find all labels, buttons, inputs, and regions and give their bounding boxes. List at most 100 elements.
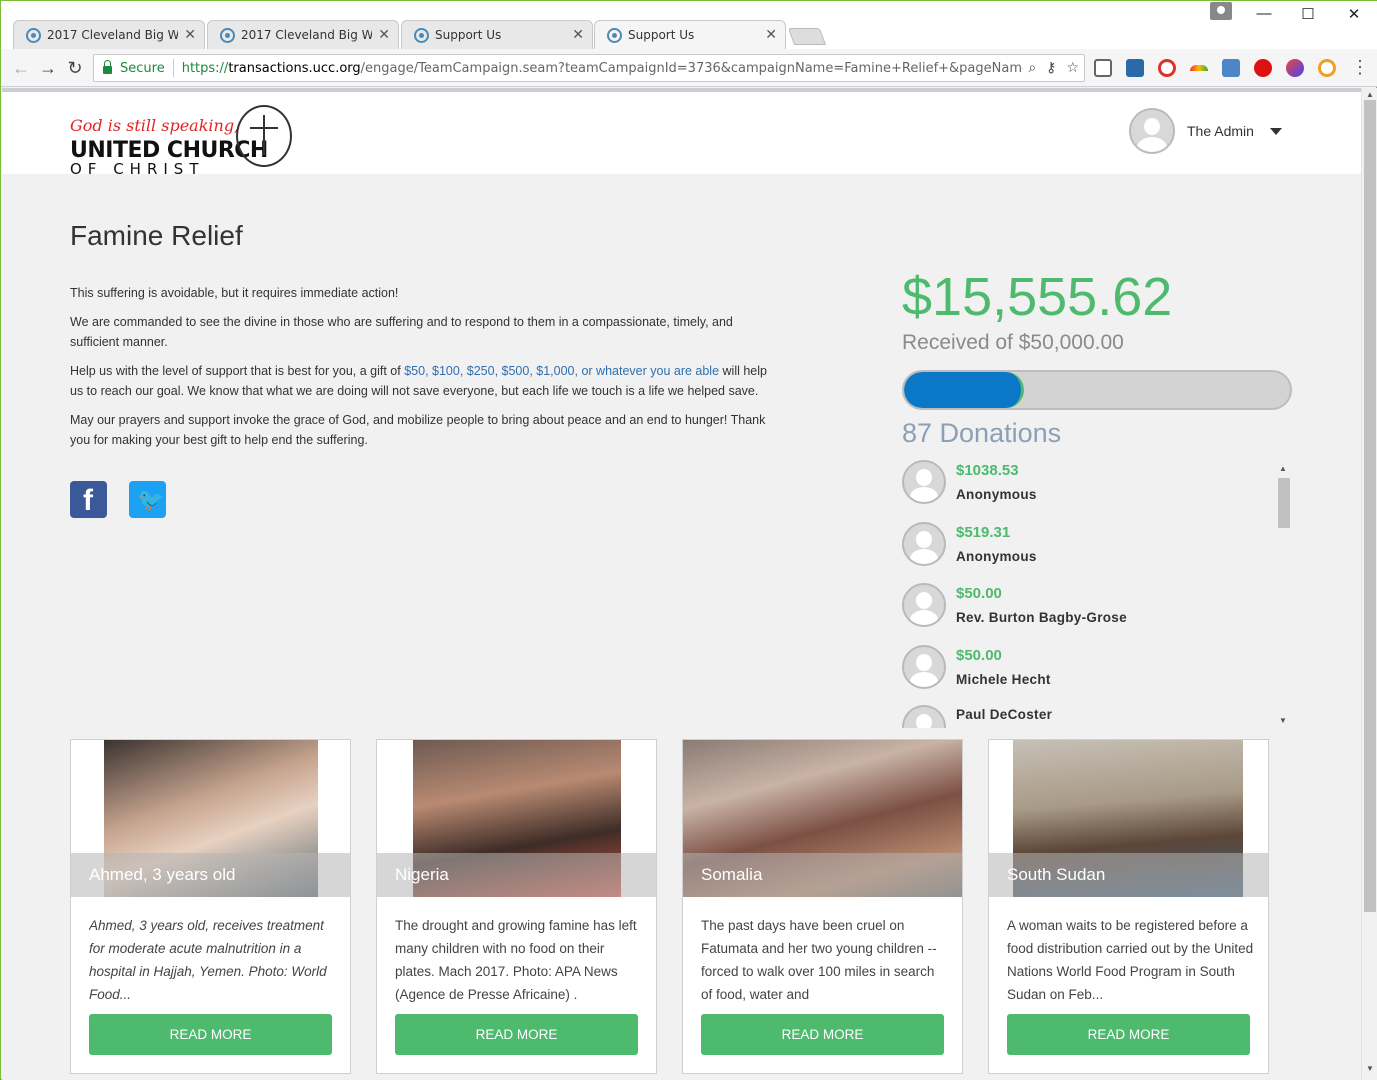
read-more-button[interactable]: READ MORE [1007,1014,1250,1055]
scroll-down-icon[interactable]: ▼ [1279,716,1287,725]
story-caption: Ahmed, 3 years old [71,853,350,897]
story-summary: The drought and growing famine has left … [395,918,637,1002]
facebook-icon: f [83,484,93,517]
read-more-button[interactable]: READ MORE [395,1014,638,1055]
color-extension-icon[interactable] [1286,59,1304,77]
close-tab-icon[interactable]: ✕ [765,27,777,43]
browser-tab[interactable]: 2017 Cleveland Big Whe ✕ [13,20,205,49]
cast-icon[interactable] [1094,59,1112,77]
scroll-up-icon[interactable]: ▲ [1279,464,1287,473]
story-caption: Somalia [683,853,962,897]
page-scrollbar-thumb[interactable] [1364,100,1376,912]
site-favicon-icon [26,27,41,43]
close-tab-icon[interactable]: ✕ [572,27,584,43]
user-menu[interactable]: The Admin [1129,108,1282,154]
story-summary: Ahmed, 3 years old, receives treatment f… [89,918,327,1002]
maximize-button[interactable]: ☐ [1293,5,1323,23]
new-tab-button[interactable] [787,28,827,45]
tab-title: 2017 Cleveland Big Whe [241,28,373,42]
progress-fill [904,372,1025,408]
rainbow-extension-icon[interactable] [1190,65,1208,71]
tab-bar: 2017 Cleveland Big Whe ✕ 2017 Cleveland … [1,1,1377,49]
play-extension-icon[interactable] [1254,59,1272,77]
description-paragraph: We are commanded to see the divine in th… [70,315,733,349]
logo-line2: OF CHRIST [70,160,205,178]
close-tab-icon[interactable]: ✕ [184,27,196,43]
user-name: The Admin [1187,123,1254,139]
donor-item: Paul DeCoster [902,705,1282,728]
donor-avatar-icon [902,645,946,689]
description-paragraph: This suffering is avoidable, but it requ… [70,286,399,300]
site-favicon-icon [220,27,235,43]
progress-bar [902,370,1292,410]
address-bar[interactable]: Secure https://transactions.ucc.org/enga… [93,54,1085,82]
translate-icon[interactable] [1222,59,1240,77]
back-button[interactable]: ← [9,56,33,80]
story-caption: South Sudan [989,853,1268,897]
donor-avatar-icon [902,583,946,627]
story-summary: A woman waits to be registered before a … [1007,918,1254,1002]
donor-amount: $519.31 [956,524,1011,541]
url-host: transactions.ucc.org [228,60,361,76]
site-favicon-icon [414,27,429,43]
read-more-button[interactable]: READ MORE [89,1014,332,1055]
browser-tab[interactable]: Support Us ✕ [401,20,593,49]
page-scrollbar[interactable]: ▲ ▼ [1361,88,1377,1080]
zoom-icon[interactable]: ⌕ [1028,60,1036,76]
scroll-down-icon[interactable]: ▼ [1366,1064,1374,1073]
story-card[interactable]: Nigeria The drought and growing famine h… [376,739,657,1074]
minimize-button[interactable]: — [1249,5,1279,22]
twitter-icon: 🐦 [137,487,165,512]
url-scheme: https:// [181,60,229,76]
tab-title: 2017 Cleveland Big Whe [47,28,179,42]
story-summary: The past days have been cruel on Fatumat… [701,918,937,1002]
donor-name: Rev. Burton Bagby-Grose [956,610,1127,625]
extension-s-icon[interactable] [1126,59,1144,77]
browser-menu-icon[interactable]: ⋮ [1351,57,1369,78]
chrome-extension-icon[interactable] [1318,59,1336,77]
browser-tab-active[interactable]: Support Us ✕ [594,20,786,49]
forward-button[interactable]: → [36,56,60,80]
story-card[interactable]: Ahmed, 3 years old Ahmed, 3 years old, r… [70,739,351,1074]
bookmark-star-icon[interactable]: ☆ [1066,60,1079,76]
church-seal-icon [236,105,292,167]
close-window-button[interactable]: ✕ [1339,5,1369,23]
donor-amount: $50.00 [956,585,1002,602]
site-header: God is still speaking, UNITED CHURCH OF … [2,88,1361,178]
story-card[interactable]: South Sudan A woman waits to be register… [988,739,1269,1074]
donor-item: $50.00 Michele Hecht [902,645,1282,707]
url-text[interactable]: https://transactions.ucc.org/engage/Team… [182,61,1024,76]
description-paragraph: May our prayers and support invoke the g… [70,413,766,447]
url-path: /engage/TeamCampaign.seam?teamCampaignId… [360,60,1024,76]
page-viewport: God is still speaking, UNITED CHURCH OF … [2,88,1361,1080]
reload-button[interactable]: ↻ [63,56,87,80]
facebook-share-button[interactable]: f [70,481,107,518]
key-icon[interactable]: ⚷ [1046,60,1056,76]
donor-name: Paul DeCoster [956,707,1053,722]
donor-item: $1038.53 Anonymous [902,460,1282,522]
opera-icon[interactable] [1158,59,1176,77]
profile-icon[interactable] [1210,2,1232,20]
donor-name: Anonymous [956,487,1037,502]
story-card[interactable]: Somalia The past days have been cruel on… [682,739,963,1074]
read-more-button[interactable]: READ MORE [701,1014,944,1055]
browser-toolbar: ← → ↻ Secure https://transactions.ucc.or… [1,49,1377,87]
lock-icon [103,60,112,74]
user-avatar-icon [1129,108,1175,154]
donor-name: Michele Hecht [956,672,1051,687]
donor-list-scrollbar[interactable] [1278,478,1290,528]
donor-item: $519.31 Anonymous [902,522,1282,584]
donor-list[interactable]: $1038.53 Anonymous $519.31 Anonymous $50… [902,460,1292,728]
gift-amounts-link[interactable]: $50, $100, $250, $500, $1,000, or whatev… [404,364,719,378]
donations-count: 87 Donations [902,418,1062,448]
goal-text: Received of $50,000.00 [902,331,1124,354]
campaign-description: This suffering is avoidable, but it requ… [70,283,770,459]
separator [172,59,174,77]
twitter-share-button[interactable]: 🐦 [129,481,166,518]
donor-avatar-icon [902,522,946,566]
chevron-down-icon[interactable] [1269,127,1282,135]
ucc-logo[interactable]: God is still speaking, UNITED CHURCH OF … [70,102,295,178]
browser-tab[interactable]: 2017 Cleveland Big Whe ✕ [207,20,399,49]
close-tab-icon[interactable]: ✕ [378,27,390,43]
scroll-up-icon[interactable]: ▲ [1366,90,1374,99]
